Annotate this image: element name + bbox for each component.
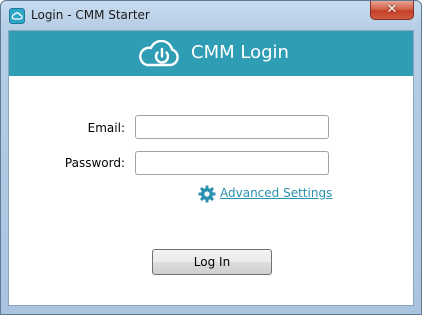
banner-title: CMM Login — [191, 42, 289, 63]
title-bar[interactable]: Login - CMM Starter ✕ — [1, 1, 421, 30]
login-window: Login - CMM Starter ✕ CMM Login Email: P… — [0, 0, 422, 315]
login-panel: CMM Login Email: Password: Advanced Sett… — [8, 30, 414, 306]
email-field[interactable] — [135, 115, 329, 139]
close-button[interactable]: ✕ — [370, 1, 414, 20]
window-title: Login - CMM Starter — [31, 8, 150, 22]
app-icon — [9, 8, 25, 24]
login-button[interactable]: Log In — [152, 249, 272, 275]
header-banner: CMM Login — [9, 31, 413, 76]
email-label: Email: — [87, 121, 125, 135]
advanced-settings-link[interactable]: Advanced Settings — [220, 186, 332, 200]
password-label: Password: — [64, 156, 125, 170]
password-field[interactable] — [135, 151, 329, 175]
cloud-power-icon — [139, 40, 179, 67]
gear-icon[interactable] — [198, 185, 216, 203]
close-icon: ✕ — [386, 2, 398, 17]
